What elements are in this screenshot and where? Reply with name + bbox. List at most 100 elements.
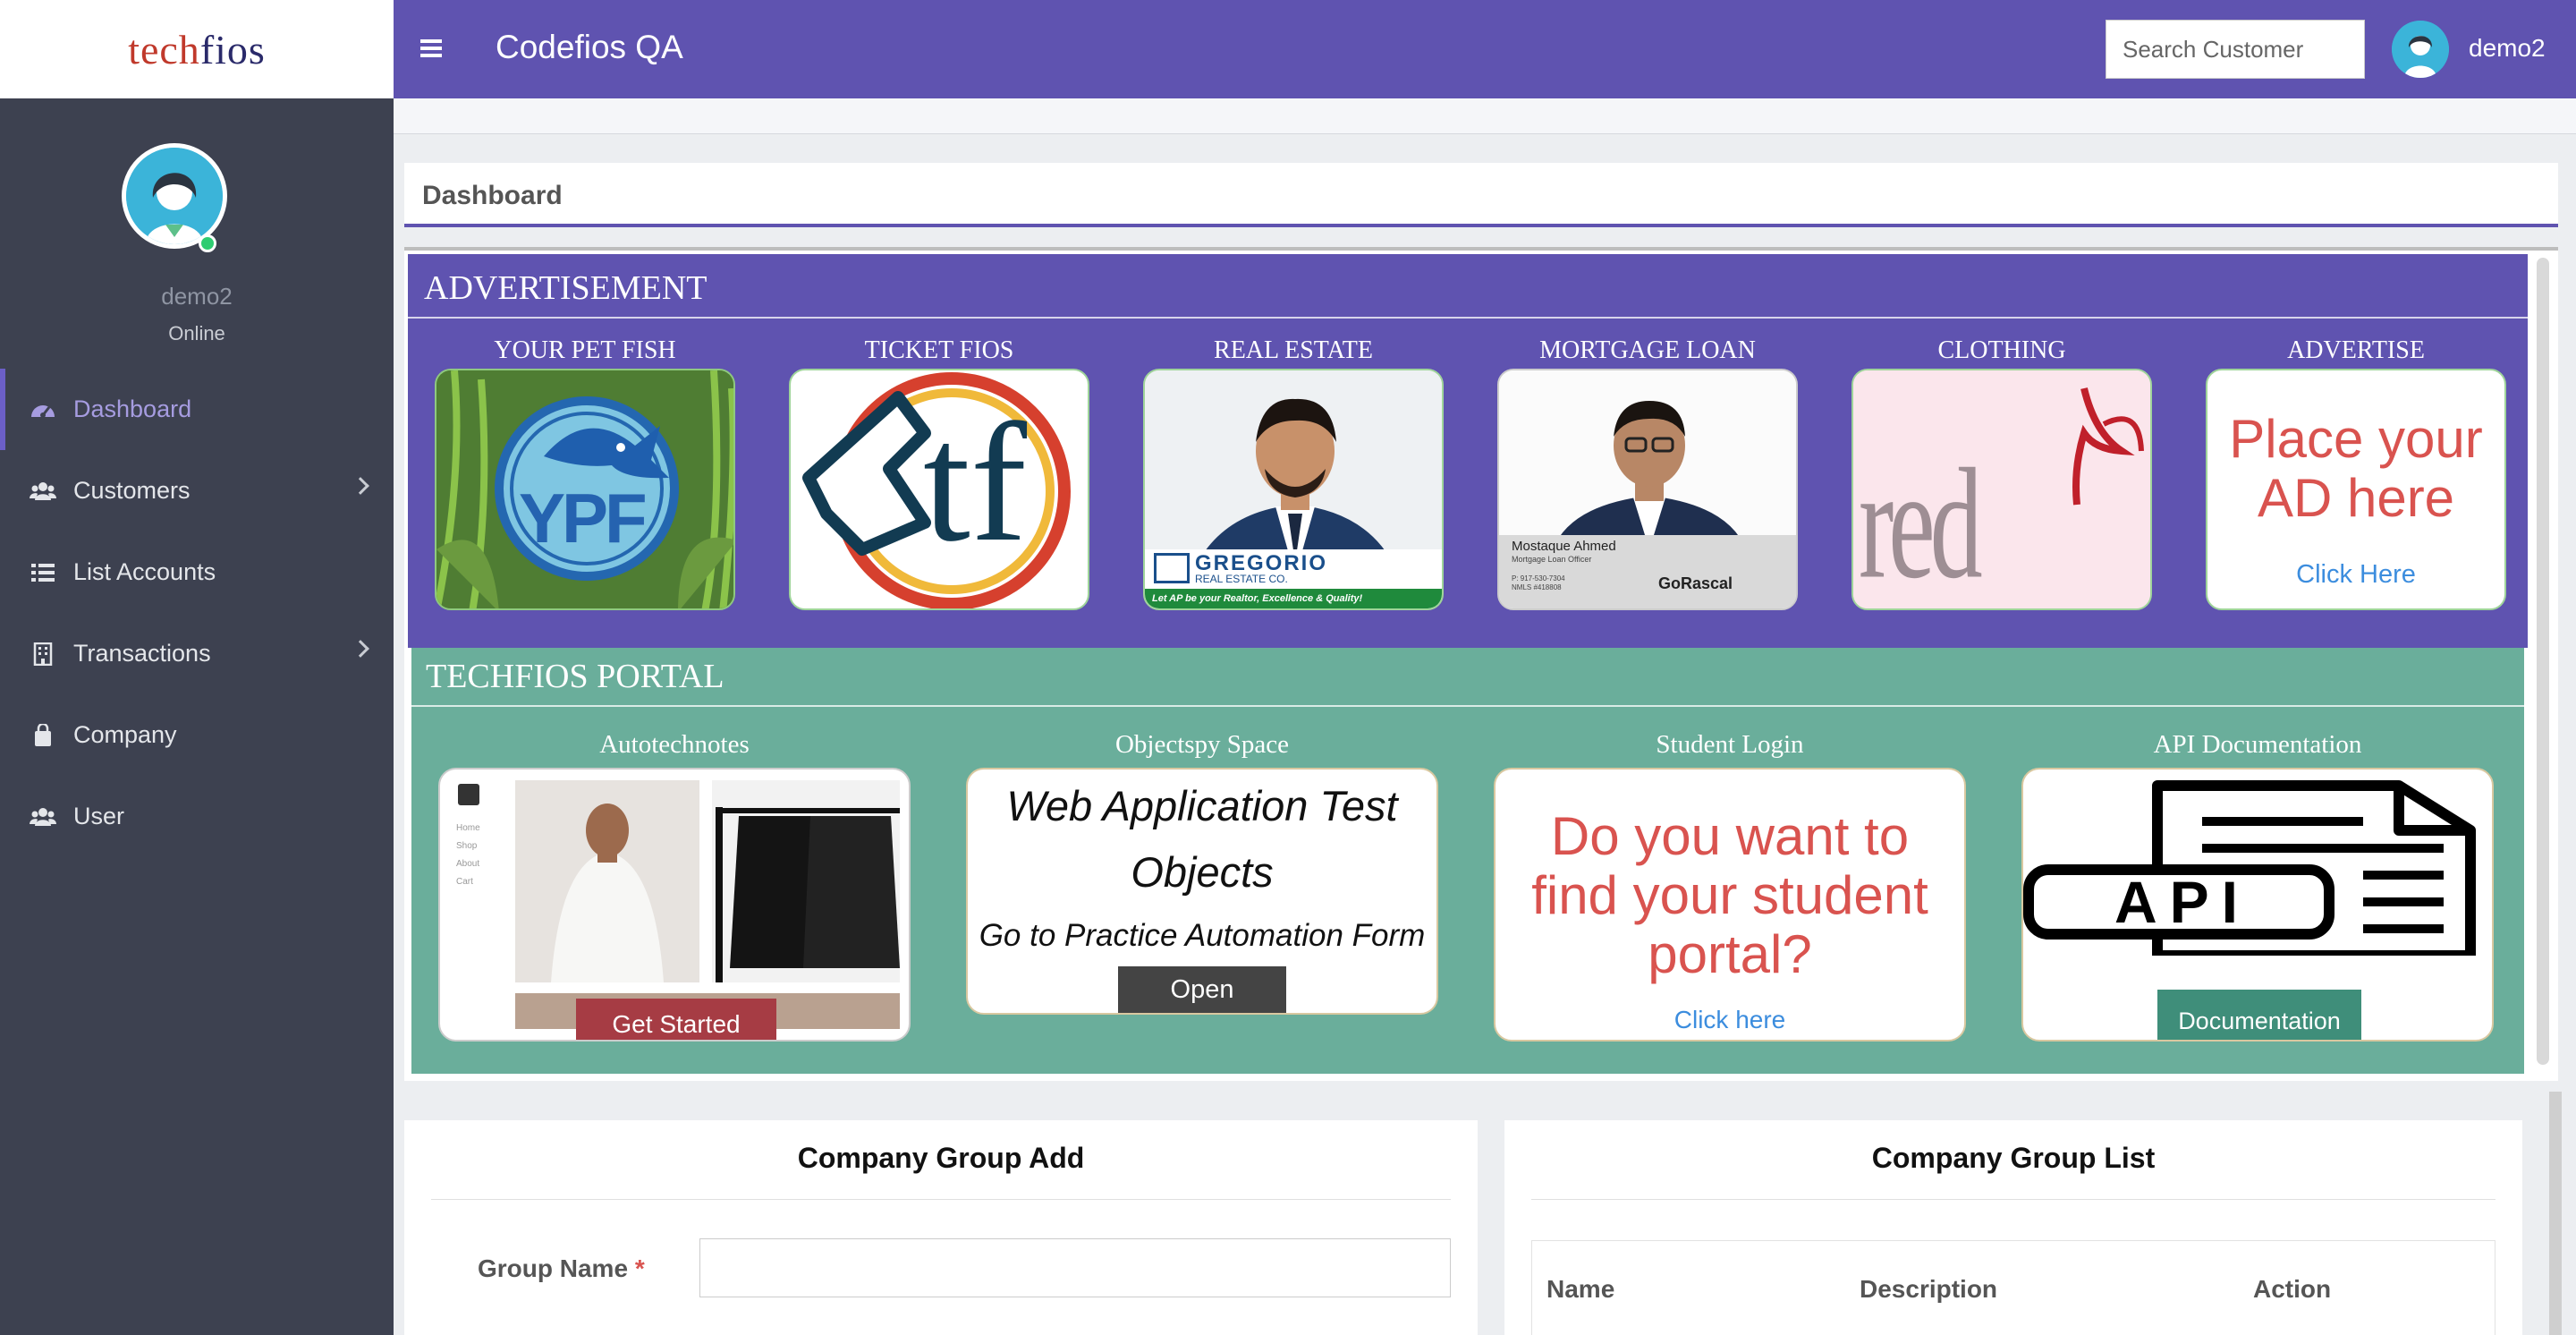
documentation-button[interactable]: Documentation (2157, 990, 2361, 1040)
student-portal-headline: Do you want to find your student portal? (1531, 806, 1928, 984)
ad-label: YOUR PET FISH (494, 336, 676, 364)
company-group-table: Name Description Action (1531, 1240, 2496, 1335)
open-button[interactable]: Open (1118, 966, 1286, 1013)
advertise-headline: Place your AD here (2229, 409, 2483, 528)
sidebar-item-label: Transactions (73, 640, 211, 667)
divider (411, 705, 2524, 707)
get-started-button[interactable]: Get Started (576, 999, 776, 1040)
sidebar-item-label: Company (73, 721, 177, 748)
online-status-dot (199, 234, 216, 252)
building-icon (27, 641, 59, 668)
site-nav-home: Home (456, 823, 480, 833)
hamburger-menu-icon[interactable] (420, 39, 442, 57)
clothing-photos-icon (515, 780, 900, 1029)
advertise-click-here-link[interactable]: Click Here (2207, 560, 2504, 590)
content-header-strip (394, 98, 2576, 134)
search-customer-input[interactable] (2106, 20, 2365, 79)
site-nav-links: Home Shop About Cart (456, 820, 480, 891)
pet-fish-logo-text: YPF (519, 479, 648, 557)
portal-api-documentation: API Documentation API Documentation (2021, 730, 2494, 1042)
users-icon (27, 804, 59, 830)
ad-card-advertise[interactable]: Place your AD here Click Here (2206, 369, 2506, 610)
column-header-description: Description (1860, 1275, 1998, 1303)
sidebar-item-user[interactable]: User (0, 776, 394, 857)
loan-officer-role: Mortgage Loan Officer (1512, 555, 1592, 564)
portal-autotechnotes: Autotechnotes Home Shop About Cart Get S… (438, 730, 911, 1042)
portal-card-autotechnotes[interactable]: Home Shop About Cart Get Started (438, 768, 911, 1042)
company-group-add-card: Company Group Add Group Name * (404, 1120, 1478, 1335)
page-title: Dashboard (422, 181, 563, 210)
topbar: Codefios QA demo2 (394, 0, 2576, 98)
ad-card-real-estate[interactable]: GREGORIO REAL ESTATE CO. Let AP be your … (1143, 369, 1444, 610)
portal-card-objectspy[interactable]: Web Application Test Objects Go to Pract… (966, 768, 1438, 1015)
topbar-username[interactable]: demo2 (2469, 34, 2546, 63)
sidebar-item-customers[interactable]: Customers (0, 450, 394, 531)
ad-card-clothing[interactable]: red yard (1852, 369, 2152, 610)
dashboard-panel: Dashboard (404, 163, 2558, 227)
sidebar-item-label: Customers (73, 477, 191, 504)
sidebar-status: Online (168, 322, 225, 344)
brand-text-part2: fios (199, 26, 266, 72)
ad-label: REAL ESTATE (1214, 336, 1373, 364)
sidebar-item-dashboard[interactable]: Dashboard (0, 369, 394, 450)
ad-label: TICKET FIOS (864, 336, 1014, 364)
ticket-fios-logo-text: tf (923, 389, 1028, 577)
loan-officer-nmls: NMLS #418808 (1512, 583, 1562, 591)
page-scrollbar[interactable] (2549, 1092, 2562, 1335)
sidebar-menu: Dashboard Customers List Accounts Transa… (0, 369, 394, 857)
group-name-label: Group Name * (478, 1254, 645, 1283)
sidebar-item-transactions[interactable]: Transactions (0, 613, 394, 694)
gorascal-logo: GoRascal (1658, 574, 1733, 592)
ad-card-ticket-fios[interactable]: tf (789, 369, 1089, 610)
sidebar-item-company[interactable]: Company (0, 694, 394, 776)
brand-logo[interactable]: techfios (0, 0, 394, 98)
portal-card-api-docs[interactable]: API Documentation (2021, 768, 2494, 1042)
required-mark: * (634, 1254, 645, 1282)
sidebar-username: demo2 (161, 283, 233, 310)
ad-clothing: CLOTHING red yard (1852, 336, 2152, 610)
ad-label: MORTGAGE LOAN (1539, 336, 1756, 364)
sidebar-avatar (122, 143, 227, 249)
sidebar: demo2 Online Dashboard Customers List Ac… (0, 98, 394, 1335)
techfios-portal-section: TECHFIOS PORTAL Autotechnotes Home Shop … (411, 648, 2524, 1074)
chevron-right-icon (352, 640, 369, 658)
bag-icon (27, 722, 59, 749)
building-logo-icon (1154, 553, 1190, 583)
sidebar-item-list-accounts[interactable]: List Accounts (0, 531, 394, 613)
loan-officer-name: Mostaque Ahmed (1512, 539, 1616, 554)
ad-label: ADVERTISE (2287, 336, 2425, 364)
chevron-right-icon (352, 477, 369, 495)
ad-mortgage-loan: MORTGAGE LOAN Mostaque Ahmed Mortgage Lo… (1497, 336, 1798, 610)
group-name-label-text: Group Name (478, 1254, 629, 1282)
portal-title: TECHFIOS PORTAL (426, 658, 724, 695)
ad-card-mortgage-loan[interactable]: Mostaque Ahmed Mortgage Loan Officer P: … (1497, 369, 1798, 610)
portal-student-login: Student Login Do you want to find your s… (1494, 730, 1966, 1042)
advertisement-title: ADVERTISEMENT (424, 269, 708, 307)
loan-officer-phone: P: 917-530-7304 (1512, 574, 1565, 582)
company-group-list-card: Company Group List Name Description Acti… (1504, 1120, 2522, 1335)
advertisement-section: ADVERTISEMENT YOUR PET FISH YPF TICKET F… (408, 254, 2528, 648)
portal-card-student-login[interactable]: Do you want to find your student portal?… (1494, 768, 1966, 1042)
brand-text-part1: tech (128, 26, 200, 72)
divider (1531, 1199, 2496, 1200)
site-nav-shop: Shop (456, 841, 478, 851)
ad-card-pet-fish[interactable]: YPF (435, 369, 735, 610)
column-header-name: Name (1546, 1275, 1615, 1303)
red-yard-logo-text: red yard (1859, 436, 1983, 610)
realtor-brand-sub: REAL ESTATE CO. (1195, 573, 1288, 585)
brand-text: techfios (128, 26, 266, 73)
loan-officer-card: Mostaque Ahmed Mortgage Loan Officer P: … (1499, 535, 1796, 608)
company-group-add-title: Company Group Add (797, 1142, 1085, 1174)
divider (408, 317, 2528, 319)
company-group-list-title: Company Group List (1871, 1142, 2156, 1174)
ad-real-estate: REAL ESTATE GREGORIO REAL ESTATE CO. Let… (1143, 336, 1444, 610)
group-name-input[interactable] (699, 1238, 1451, 1297)
portal-label: Autotechnotes (599, 730, 750, 759)
ad-pet-fish: YOUR PET FISH YPF (435, 336, 735, 610)
student-click-here-link[interactable]: Click here (1496, 1006, 1964, 1034)
sidebar-item-label: Dashboard (73, 395, 192, 422)
list-icon (27, 559, 59, 586)
user-avatar[interactable] (2392, 21, 2449, 78)
app-title: Codefios QA (496, 29, 683, 65)
scrollbar[interactable] (2537, 258, 2549, 1065)
